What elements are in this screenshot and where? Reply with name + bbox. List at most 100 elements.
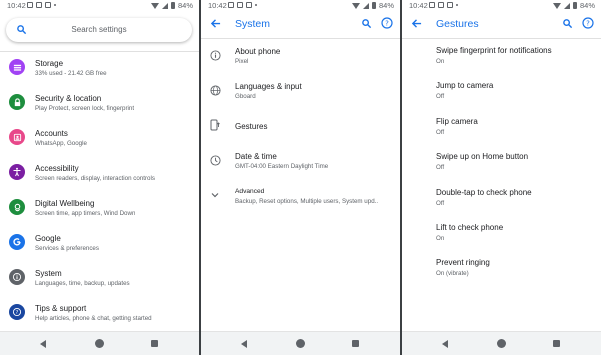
status-right: 84% xyxy=(351,1,394,10)
item-status: Off xyxy=(436,93,445,100)
gestures-screen: 10:42 84% Gestures ? Swipe fingerprint f… xyxy=(402,0,601,355)
notification-icons xyxy=(228,2,257,8)
item-subtitle: WhatsApp, Google xyxy=(35,140,87,147)
nav-home-icon[interactable] xyxy=(497,339,506,348)
settings-item-storage[interactable]: Storage 33% used - 21.42 GB free xyxy=(0,51,199,85)
status-bar: 10:42 84% xyxy=(0,0,199,11)
item-title: Accounts xyxy=(35,129,68,138)
nav-recents-icon[interactable] xyxy=(352,340,359,347)
page-title: System xyxy=(235,18,271,30)
nav-bar xyxy=(402,331,601,355)
item-title: Digital Wellbeing xyxy=(35,199,95,208)
system-item-date-time[interactable]: Date & time GMT-04:00 Eastern Daylight T… xyxy=(201,145,400,180)
help-icon[interactable]: ? xyxy=(582,17,594,29)
help-icon: ? xyxy=(9,304,25,320)
settings-item-accounts[interactable]: Accounts WhatsApp, Google xyxy=(0,121,199,155)
gesture-item-lift-to-check[interactable]: Lift to check phone On xyxy=(402,217,601,252)
gesture-item-jump-to-camera[interactable]: Jump to camera Off xyxy=(402,75,601,110)
item-title: Gestures xyxy=(235,122,268,131)
item-status: On xyxy=(436,58,445,65)
signal-icon xyxy=(563,2,570,9)
item-title: Swipe fingerprint for notifications xyxy=(436,46,552,55)
nav-home-icon[interactable] xyxy=(296,339,305,348)
item-title: Storage xyxy=(35,59,64,68)
item-title: Swipe up on Home button xyxy=(436,152,529,161)
item-subtitle: 33% used - 21.42 GB free xyxy=(35,70,107,77)
item-subtitle: Play Protect, screen lock, fingerprint xyxy=(35,105,135,112)
gesture-item-double-tap-check[interactable]: Double-tap to check phone Off xyxy=(402,182,601,217)
svg-text:?: ? xyxy=(586,20,590,28)
chevron-down-icon xyxy=(209,189,221,201)
settings-item-google[interactable]: Google Services & preferences xyxy=(0,226,199,260)
system-item-advanced[interactable]: Advanced Backup, Reset options, Multiple… xyxy=(201,180,400,215)
status-time: 10:42 xyxy=(7,1,26,10)
item-status: Off xyxy=(436,129,445,136)
status-bar: 10:42 84% xyxy=(402,0,601,11)
notification-icons xyxy=(27,2,56,8)
page-title: Gestures xyxy=(436,18,479,30)
help-icon[interactable]: ? xyxy=(381,17,393,29)
info-icon xyxy=(209,49,221,61)
gesture-item-flip-camera[interactable]: Flip camera Off xyxy=(402,111,601,146)
nav-back-icon[interactable] xyxy=(40,340,46,348)
status-right: 84% xyxy=(150,1,193,10)
item-title: Prevent ringing xyxy=(436,258,490,267)
item-title: Accessibility xyxy=(35,164,79,173)
item-subtitle: Help articles, phone & chat, getting sta… xyxy=(35,315,152,322)
gesture-item-swipe-fingerprint[interactable]: Swipe fingerprint for notifications On xyxy=(402,40,601,75)
item-title: Date & time xyxy=(235,152,277,161)
item-title: Languages & input xyxy=(235,82,302,91)
lock-icon xyxy=(9,94,25,110)
nav-recents-icon[interactable] xyxy=(553,340,560,347)
signal-icon xyxy=(362,2,369,9)
battery-icon xyxy=(572,2,577,9)
notification-icons xyxy=(429,2,458,8)
system-item-languages-input[interactable]: Languages & input Gboard xyxy=(201,75,400,110)
settings-item-tips-support[interactable]: ? Tips & support Help articles, phone & … xyxy=(0,296,199,330)
item-title: Flip camera xyxy=(436,117,478,126)
status-right: 84% xyxy=(552,1,595,10)
system-item-gestures[interactable]: Gestures xyxy=(201,110,400,145)
search-placeholder: Search settings xyxy=(71,25,127,34)
item-subtitle: Pixel xyxy=(235,58,249,65)
svg-text:?: ? xyxy=(385,20,389,28)
item-subtitle: Screen readers, display, interaction con… xyxy=(35,175,155,182)
wifi-icon xyxy=(552,2,561,9)
system-screen: 10:42 84% System ? About phone Pixel Lan… xyxy=(201,0,400,355)
nav-back-icon[interactable] xyxy=(442,340,448,348)
settings-search-bar[interactable]: Search settings xyxy=(6,18,192,42)
item-title: About phone xyxy=(235,47,281,56)
settings-item-accessibility[interactable]: Accessibility Screen readers, display, i… xyxy=(0,156,199,190)
item-subtitle: Services & preferences xyxy=(35,245,99,252)
gesture-phone-icon xyxy=(209,119,221,131)
item-title: Advanced xyxy=(235,188,265,195)
google-icon xyxy=(9,234,25,250)
divider xyxy=(201,38,400,39)
divider xyxy=(402,38,601,39)
settings-item-security[interactable]: Security & location Play Protect, screen… xyxy=(0,86,199,120)
gesture-item-swipe-up-home[interactable]: Swipe up on Home button Off xyxy=(402,146,601,181)
signal-icon xyxy=(161,2,168,9)
clock-icon xyxy=(209,154,221,166)
svg-text:?: ? xyxy=(16,310,19,316)
search-icon[interactable] xyxy=(361,18,372,29)
settings-item-system[interactable]: System Languages, time, backup, updates xyxy=(0,261,199,295)
item-status: Off xyxy=(436,200,445,207)
nav-recents-icon[interactable] xyxy=(151,340,158,347)
app-bar: System ? xyxy=(201,11,400,37)
item-subtitle: Backup, Reset options, Multiple users, S… xyxy=(235,198,379,205)
back-arrow-icon[interactable] xyxy=(411,18,422,29)
nav-back-icon[interactable] xyxy=(241,340,247,348)
account-icon xyxy=(9,129,25,145)
battery-percent: 84% xyxy=(177,1,193,10)
nav-home-icon[interactable] xyxy=(95,339,104,348)
search-icon[interactable] xyxy=(562,18,573,29)
wellbeing-icon xyxy=(9,199,25,215)
system-item-about-phone[interactable]: About phone Pixel xyxy=(201,40,400,75)
back-arrow-icon[interactable] xyxy=(210,18,221,29)
info-icon xyxy=(9,269,25,285)
settings-item-digital-wellbeing[interactable]: Digital Wellbeing Screen time, app timer… xyxy=(0,191,199,225)
item-subtitle: Languages, time, backup, updates xyxy=(35,280,130,287)
gesture-item-prevent-ringing[interactable]: Prevent ringing On (vibrate) xyxy=(402,252,601,287)
item-status: On xyxy=(436,235,445,242)
